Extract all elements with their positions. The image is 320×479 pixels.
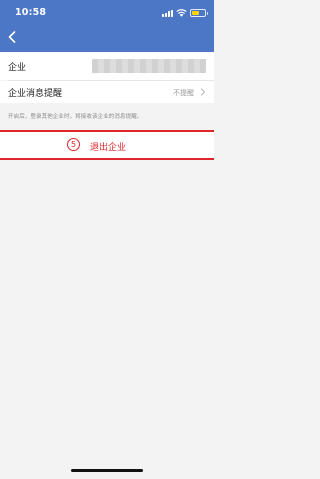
battery-level — [192, 11, 200, 15]
exit-enterprise-button[interactable]: 5 退出企业 — [0, 130, 214, 160]
home-indicator — [71, 469, 143, 472]
status-bar: 10:58 — [0, 0, 214, 24]
message-reminder-label: 企业消息提醒 — [8, 89, 63, 99]
status-icons — [162, 8, 208, 17]
wifi-icon — [176, 9, 187, 17]
back-button[interactable] — [3, 28, 21, 46]
battery-icon — [190, 9, 208, 17]
enterprise-name-redacted — [92, 59, 206, 73]
exit-enterprise-label: 退出企业 — [90, 143, 127, 153]
chevron-right-icon — [201, 88, 205, 96]
enterprise-row: 企业 — [0, 52, 214, 80]
signal-icon — [162, 9, 173, 17]
reminder-hint-text: 开启后，登录其他企业时，将接收该企业的消息提醒。 — [8, 114, 143, 120]
status-time: 10:58 — [15, 7, 47, 18]
message-reminder-row[interactable]: 企业消息提醒 不提醒 — [0, 81, 214, 103]
app-header: 10:58 — [0, 0, 214, 52]
chevron-left-icon — [8, 31, 16, 43]
message-reminder-status: 不提醒 — [173, 89, 194, 97]
enterprise-label: 企业 — [8, 63, 27, 73]
step-number-badge: 5 — [67, 138, 80, 151]
